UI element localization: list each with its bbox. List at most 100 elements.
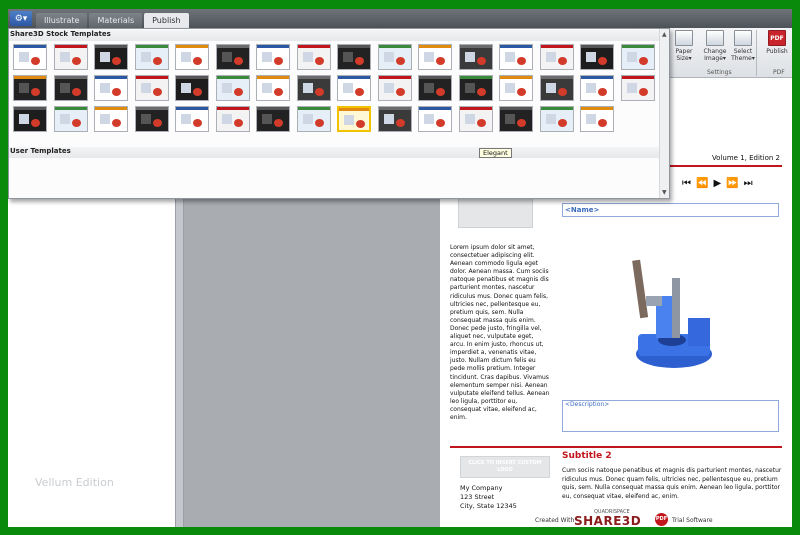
template-thumbnail[interactable]: [215, 106, 250, 132]
template-thumbnail[interactable]: [418, 106, 452, 132]
template-thumbnail[interactable]: [13, 44, 47, 70]
template-thumbnail[interactable]: [499, 75, 533, 101]
tab-illustrate[interactable]: Illustrate: [36, 13, 88, 28]
template-thumbnail[interactable]: [296, 75, 331, 101]
template-thumbnail[interactable]: [13, 75, 47, 101]
thumbnail-header-bar: [14, 76, 46, 79]
thumbnail-header-bar: [216, 45, 249, 48]
thumbnail-model: [355, 88, 364, 96]
change-image-button[interactable]: Change Image▾: [701, 30, 729, 62]
thumbnail-header-bar: [581, 76, 613, 79]
left-panel-watermark: Vellum Edition: [35, 476, 114, 489]
thumbnail-image-block: [19, 52, 29, 62]
template-thumbnail[interactable]: [215, 75, 250, 101]
template-thumbnail[interactable]: [175, 44, 209, 70]
thumbnail-model: [436, 57, 445, 65]
thumbnail-header-bar: [419, 45, 451, 48]
play-icon[interactable]: ▶: [713, 178, 721, 189]
thumbnail-header-bar: [581, 107, 613, 110]
thumbnail-header-bar: [621, 45, 654, 48]
tab-publish[interactable]: Publish: [144, 13, 189, 28]
thumbnail-image-block: [140, 52, 151, 62]
template-thumbnail[interactable]: [134, 106, 169, 132]
template-thumbnail[interactable]: [418, 44, 452, 70]
template-thumbnail[interactable]: [499, 106, 533, 132]
template-thumbnail[interactable]: [620, 44, 655, 70]
template-thumbnail[interactable]: [94, 75, 128, 101]
thumbnail-image-block: [262, 83, 272, 93]
template-thumbnail[interactable]: [53, 75, 88, 101]
thumbnail-image-block: [626, 83, 637, 93]
scroll-up-icon[interactable]: ▲: [662, 31, 667, 38]
template-thumbnail[interactable]: [580, 106, 614, 132]
rewind-icon[interactable]: ⏪: [696, 178, 708, 189]
thumbnail-model: [557, 57, 567, 65]
thumbnail-header-bar: [459, 76, 492, 79]
thumbnail-model: [112, 88, 121, 96]
template-thumbnail[interactable]: [539, 44, 574, 70]
thumbnail-model: [233, 57, 243, 65]
template-thumbnail[interactable]: [418, 75, 452, 101]
user-templates-header: User Templates: [9, 147, 661, 158]
template-thumbnail[interactable]: [377, 75, 412, 101]
select-theme-button[interactable]: Select Theme▾: [731, 30, 755, 62]
template-thumbnail[interactable]: [458, 44, 493, 70]
template-thumbnail[interactable]: [539, 106, 574, 132]
tab-materials[interactable]: Materials: [89, 13, 143, 28]
template-thumbnail[interactable]: [53, 106, 88, 132]
app-menu-button[interactable]: ⚙▾: [10, 11, 32, 26]
template-thumbnail[interactable]: [13, 106, 47, 132]
template-thumbnail[interactable]: [337, 106, 371, 132]
name-field[interactable]: <Name>: [562, 203, 779, 217]
template-thumbnail[interactable]: [377, 106, 412, 132]
template-thumbnail[interactable]: [215, 44, 250, 70]
template-thumbnail[interactable]: [53, 44, 88, 70]
template-thumbnail[interactable]: [337, 75, 371, 101]
thumbnail-image-block: [19, 114, 29, 124]
template-thumbnail[interactable]: [134, 75, 169, 101]
template-thumbnail[interactable]: [337, 44, 371, 70]
3d-model-viewport[interactable]: [616, 258, 736, 376]
skip-back-icon[interactable]: ⏮: [682, 178, 691, 189]
paper-size-button[interactable]: Paper Size▾: [671, 30, 697, 62]
thumbnail-header-bar: [135, 107, 168, 110]
thumbnail-image-block: [262, 114, 272, 124]
template-thumbnail[interactable]: [94, 106, 128, 132]
gallery-scrollbar[interactable]: ▲ ▼: [659, 29, 669, 198]
template-thumbnail[interactable]: [377, 44, 412, 70]
description-field[interactable]: <Description>: [562, 400, 779, 432]
template-thumbnail[interactable]: [580, 44, 614, 70]
template-thumbnail[interactable]: [499, 44, 533, 70]
template-thumbnail[interactable]: [256, 44, 290, 70]
template-thumbnail[interactable]: [580, 75, 614, 101]
thumbnail-header-bar: [378, 107, 411, 110]
thumbnail-model: [112, 119, 121, 127]
thumbnail-model: [31, 88, 40, 96]
template-thumbnail[interactable]: [539, 75, 574, 101]
template-thumbnail[interactable]: [94, 44, 128, 70]
thumbnail-image-block: [586, 52, 596, 62]
scroll-down-icon[interactable]: ▼: [662, 189, 667, 196]
template-thumbnail[interactable]: [620, 75, 655, 101]
custom-logo-placeholder[interactable]: CLICK TO INSERT CUSTOM LOGO: [460, 456, 550, 478]
panel-splitter[interactable]: [176, 189, 184, 527]
fast-forward-icon[interactable]: ⏩: [726, 178, 738, 189]
template-thumbnail[interactable]: [296, 44, 331, 70]
template-thumbnail[interactable]: [175, 75, 209, 101]
template-thumbnail[interactable]: [458, 106, 493, 132]
thumbnail-header-bar: [95, 45, 127, 48]
template-thumbnail[interactable]: [134, 44, 169, 70]
thumbnail-model: [193, 57, 202, 65]
thumbnail-model: [436, 88, 445, 96]
thumbnail-model: [233, 88, 243, 96]
publish-pdf-button[interactable]: PDF Publish: [763, 30, 791, 55]
template-thumbnail[interactable]: [175, 106, 209, 132]
thumbnail-model: [557, 119, 567, 127]
settings-group-label: Settings: [707, 69, 732, 76]
thumbnail-header-bar: [216, 76, 249, 79]
template-thumbnail[interactable]: [458, 75, 493, 101]
template-thumbnail[interactable]: [256, 75, 290, 101]
template-thumbnail[interactable]: [296, 106, 331, 132]
template-thumbnail[interactable]: [256, 106, 290, 132]
skip-forward-icon[interactable]: ⏭: [744, 178, 753, 189]
